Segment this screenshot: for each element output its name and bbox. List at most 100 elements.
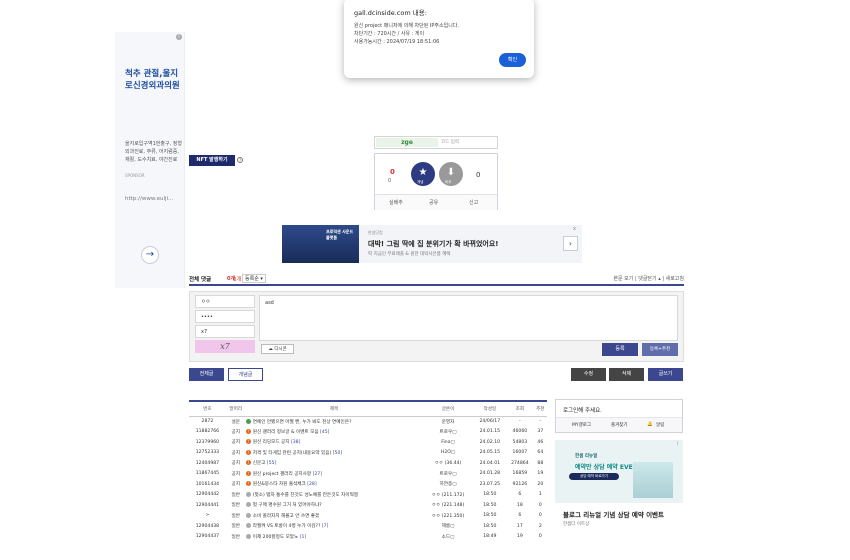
post-writer[interactable]: 운영자: [422, 416, 473, 427]
arrow-right-icon[interactable]: →: [141, 246, 159, 264]
nickname-input[interactable]: ㅇㅇ: [195, 295, 255, 308]
table-row[interactable]: 12379960 공지! 원신 리딩모드 공지 [38] Fina▢ 24.02.10 5…: [189, 437, 547, 448]
post-title[interactable]: ! 원신 갤러리 정보글 & 이벤트 모음 [45]: [245, 427, 423, 438]
comment-header: 전체 댓글 0개 0개 등록순 ▾ 본문 보기 | 댓글닫기 ▴ | 새로고침: [189, 274, 684, 286]
post-writer[interactable]: 하얀종▢: [422, 479, 473, 490]
dccon-button[interactable]: ☁ 디시콘: [261, 344, 294, 354]
password-input[interactable]: ••••: [195, 310, 255, 323]
post-title-text[interactable]: 원신 갤러리 정보글 & 이벤트 모음: [253, 430, 319, 435]
table-row[interactable]: 11882766 공지! 원신 갤러리 정보글 & 이벤트 모음 [45] 트로우▢ 2…: [189, 427, 547, 438]
downvote-count: 0: [476, 171, 481, 179]
share-button[interactable]: 공유: [429, 199, 438, 206]
post-title-text[interactable]: 원신 리딩모드 공지: [253, 440, 290, 445]
post-title[interactable]: ! 원신 리딩모드 공지 [38]: [245, 437, 423, 448]
comment-count-badge[interactable]: [7]: [322, 524, 329, 529]
post-title[interactable]: ! 원신&붕스타 차원 출석체크 [28]: [245, 479, 423, 490]
report-button[interactable]: 신고: [469, 199, 478, 206]
notifications-link[interactable]: 알림: [656, 422, 664, 428]
post-writer[interactable]: 트로우▢: [422, 427, 473, 438]
post-title-text[interactable]: 소비 폴라자치 해볼고 안 쓰면 좋겠: [253, 514, 319, 519]
comment-submit-button[interactable]: 등록: [602, 343, 638, 356]
captcha-image[interactable]: x7: [195, 340, 255, 353]
post-title-text[interactable]: 원신 project 갤러리 공지사항: [253, 472, 311, 477]
post-title[interactable]: 이제 200할정도 모았노 [1]: [245, 532, 423, 543]
table-row[interactable]: 10161434 공지! 원신&붕스타 차원 출석체크 [28] 하얀종▢ 23.07.…: [189, 479, 547, 490]
middle-banner-ad[interactable]: 프로덕센 사운드 플랫폼 한셈닷컴 대박! 그림 딱에 집 분위기가 확 바뀌었…: [282, 225, 582, 263]
comment-count-badge[interactable]: [1]: [300, 535, 307, 540]
close-icon[interactable]: x: [573, 226, 576, 232]
nft-button[interactable]: NFT 발행하기: [189, 155, 235, 166]
post-title-text[interactable]: 신문고: [253, 461, 266, 466]
comment-textarea[interactable]: asd: [259, 295, 678, 341]
comment-count-badge[interactable]: [50]: [333, 451, 342, 456]
table-row[interactable]: 12904437 일반 이제 200할정도 모았노 [1] 소드▢ 18:49 19 0: [189, 532, 547, 543]
post-title[interactable]: ! 저격 및 타게임 관련 공지(내용요약 있음) [50]: [245, 448, 423, 459]
table-row[interactable]: 12904442 일반 (헛소) 탭자 통수를 친것도 성노예를 만든것도 차이찍찡…: [189, 490, 547, 501]
help-icon[interactable]: ?: [237, 157, 243, 163]
post-views: 274864: [511, 460, 529, 466]
table-row[interactable]: 12752333 공지! 저격 및 타게임 관련 공지(내용요약 있음) [50] H…: [189, 448, 547, 459]
post-views: 92126: [512, 481, 528, 487]
post-writer[interactable]: 트로우▢: [422, 469, 473, 480]
login-message[interactable]: 로그인해 주세요.: [563, 406, 602, 414]
captcha-input[interactable]: x7: [195, 325, 255, 338]
post-title-text[interactable]: 원신&붕스타 차원 출석체크: [253, 482, 306, 487]
post-number: 12752333: [195, 450, 220, 456]
write-button[interactable]: 글쓰기: [648, 368, 683, 381]
comment-count-badge[interactable]: [27]: [313, 472, 322, 477]
post-writer[interactable]: Fina▢: [422, 437, 473, 448]
alert-ok-button[interactable]: 확인: [499, 53, 526, 67]
post-title[interactable]: (헛소) 탭자 통수를 친것도 성노예를 만든것도 차이찍찡: [245, 490, 423, 501]
comment-toolbar-links[interactable]: 본문 보기 | 댓글닫기 ▴ | 새로고침: [613, 275, 684, 282]
favorites-link[interactable]: 즐겨찾기: [611, 422, 628, 428]
post-writer[interactable]: ㅇㅇ (221.148): [422, 500, 473, 511]
ad-cta-button[interactable]: 상담 예약 바로가기: [569, 473, 619, 480]
post-writer[interactable]: ㅇㅇ (221.350): [422, 511, 473, 522]
comment-count-badge[interactable]: [38]: [291, 440, 300, 445]
comment-submit-recommend-button[interactable]: 등록+추천: [642, 343, 678, 356]
table-row[interactable]: 2872 설문 연예인 안됐으면 어쩔 뻔, 누가 봐도 천상 연예인은? 운영자 2…: [189, 416, 547, 427]
realtime-best-button[interactable]: 실베추: [389, 199, 403, 206]
ad-headline[interactable]: 대박! 그림 딱에 집 분위기가 확 바뀌었어요!: [368, 239, 499, 249]
sort-select[interactable]: 등록순 ▾: [242, 274, 266, 283]
vote-code-input[interactable]: 코드 입력: [441, 139, 459, 145]
my-gallog-link[interactable]: MY갤로그: [572, 422, 591, 428]
post-title[interactable]: 연예인 안됐으면 어쩔 뻔, 누가 봐도 천상 연예인은?: [245, 416, 423, 427]
right-ad-title[interactable]: 블로그 리뉴얼 기념 상담 예약 이벤트: [563, 509, 664, 519]
table-row[interactable]: 12404987 공지! 신문고 [55] ㅇㅇ (36.44) 24.04.01 274…: [189, 458, 547, 469]
post-title[interactable]: 헛 구매 명수원 그거 처 있어야하냐?: [245, 500, 423, 511]
table-row[interactable]: > 일반 소비 폴라자치 해볼고 안 쓰면 좋겠 ㅇㅇ (221.350) 18:50…: [189, 511, 547, 522]
comment-count-badge[interactable]: [45]: [320, 430, 329, 435]
table-row[interactable]: 12904438 일반 라월켜 VS 토롱이 4병 누가 이김?? [7] 헤롱▢ 18…: [189, 521, 547, 532]
post-writer[interactable]: 헤롱▢: [422, 521, 473, 532]
chevron-right-icon[interactable]: ›: [563, 236, 578, 251]
edit-button[interactable]: 수정: [571, 368, 606, 381]
post-title-text[interactable]: (헛소) 탭자 통수를 친것도 성노예를 만든것도 차이찍찡: [253, 493, 358, 498]
ad-info-icon[interactable]: i: [677, 441, 678, 447]
post-title-text[interactable]: 저격 및 타게임 관련 공지(내용요약 있음): [253, 451, 332, 456]
delete-button[interactable]: 삭제: [609, 368, 644, 381]
post-title[interactable]: ! 신문고 [55]: [245, 458, 423, 469]
post-title-text[interactable]: 헛 구매 명수원 그거 처 있어야하냐?: [253, 503, 322, 508]
post-title-text[interactable]: 연예인 안됐으면 어쩔 뻔, 누가 봐도 천상 연예인은?: [253, 420, 352, 425]
post-title-text[interactable]: 이제 200할정도 모았노: [253, 535, 299, 540]
ad-title[interactable]: 척추 관절,울지로신경외과의원: [125, 68, 183, 92]
right-banner-ad[interactable]: 한샘 리뉴얼 예약만 상담 예약 EVENT 상담 예약 바로가기 i: [555, 440, 683, 503]
post-title[interactable]: 소비 폴라자치 해볼고 안 쓰면 좋겠: [245, 511, 423, 522]
all-posts-button[interactable]: 전체글: [189, 368, 224, 381]
post-title[interactable]: 라월켜 VS 토롱이 4병 누가 이김?? [7]: [245, 521, 423, 532]
comment-count-badge[interactable]: [28]: [307, 482, 316, 487]
ad-url[interactable]: http://www.eulji...: [125, 196, 173, 202]
ad-info-icon[interactable]: i: [176, 34, 182, 40]
post-writer[interactable]: 소드▢: [422, 532, 473, 543]
post-writer[interactable]: ㅇㅇ (36.44): [422, 458, 473, 469]
table-row[interactable]: 11867445 공지! 원신 project 갤러리 공지사항 [27] 트로우▢ 2…: [189, 469, 547, 480]
post-title-text[interactable]: 라월켜 VS 토롱이 4병 누가 이김??: [253, 524, 321, 529]
comment-count-badge[interactable]: [55]: [267, 461, 276, 466]
post-writer[interactable]: ㅇㅇ (211.172): [422, 490, 473, 501]
table-row[interactable]: 12904441 일반 헛 구매 명수원 그거 처 있어야하냐? ㅇㅇ (221.1…: [189, 500, 547, 511]
post-title[interactable]: ! 원신 project 갤러리 공지사항 [27]: [245, 469, 423, 480]
post-writer[interactable]: H2O▢: [422, 448, 473, 459]
left-sponsored-ad[interactable]: i 척추 관절,울지로신경외과의원 을지로입구역1번출구, 정형외과진료, 주류…: [115, 32, 185, 288]
concept-posts-button[interactable]: 개념글: [228, 368, 263, 381]
